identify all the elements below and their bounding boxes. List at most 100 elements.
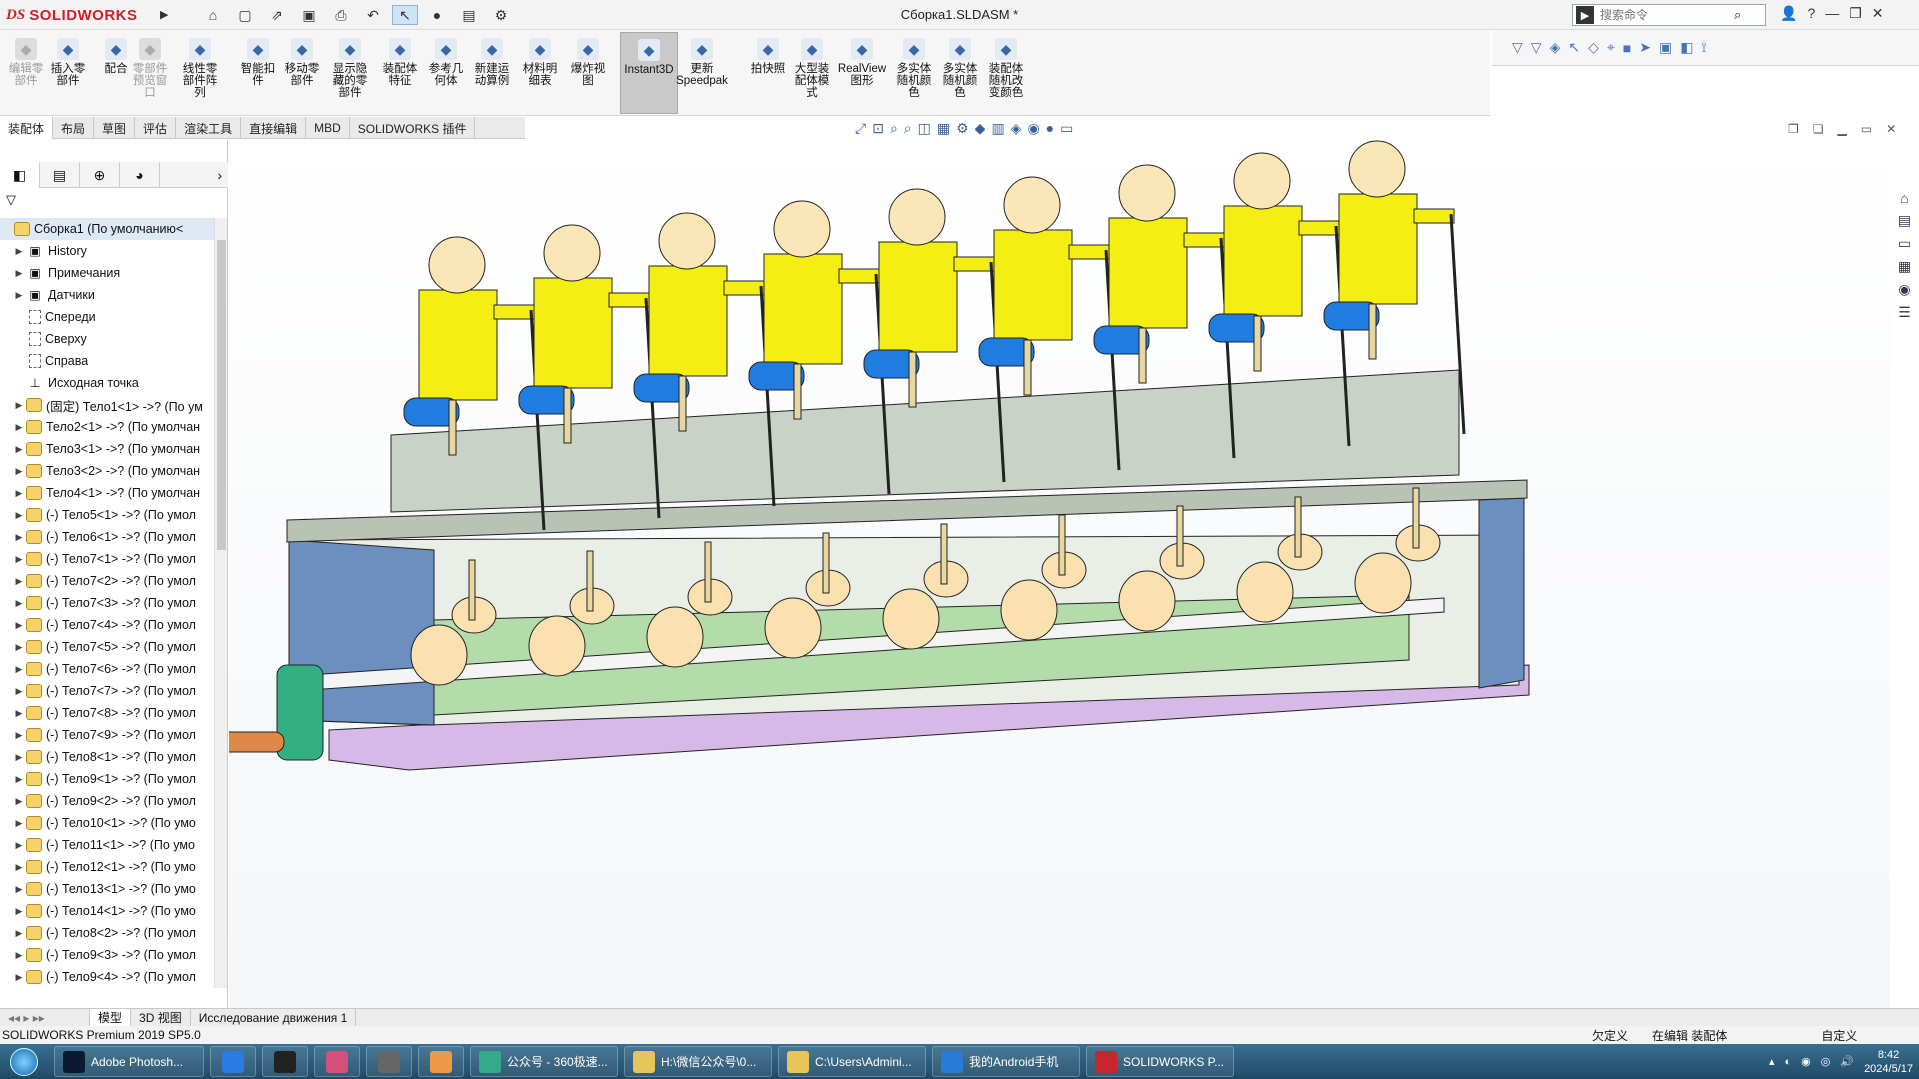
tree-item[interactable]: ▶ (-) Тело9<4> ->? (По умол bbox=[0, 966, 214, 988]
expand-icon[interactable]: ▶ bbox=[12, 730, 26, 741]
ribbon-button-random-color-2[interactable]: ◆ 多实体随机颜色 bbox=[938, 32, 982, 114]
ribbon-button-bom[interactable]: ◆ 材料明细表 bbox=[518, 32, 562, 114]
undo-icon[interactable]: ↶ bbox=[360, 5, 386, 25]
tree-item[interactable]: ▶ (-) Тело14<1> ->? (По умо bbox=[0, 900, 214, 922]
tree-root-assembly[interactable]: Сборка1 (По умолчанию< bbox=[0, 218, 214, 240]
tree-item[interactable]: ▶ (-) Тело10<1> ->? (По умо bbox=[0, 812, 214, 834]
hide-show-icon[interactable]: ▥ bbox=[991, 120, 1004, 137]
tree-filter-icon[interactable]: ▽ bbox=[6, 192, 16, 208]
tree-item[interactable]: ▶ (-) Тело9<2> ->? (По умол bbox=[0, 790, 214, 812]
arrow-icon[interactable]: ➤ bbox=[1639, 39, 1651, 56]
snap-icon[interactable]: ⌖ bbox=[1607, 39, 1615, 56]
ribbon-button-edit-component[interactable]: ◆ 编辑零部件 bbox=[4, 32, 48, 114]
maximize-icon[interactable]: ❐ bbox=[1849, 5, 1862, 22]
expand-icon[interactable]: ▶ bbox=[12, 444, 26, 455]
ribbon-button-assembly-features[interactable]: ◆ 装配体特征 bbox=[378, 32, 422, 114]
tree-item[interactable]: ▶ (-) Тело9<3> ->? (По умол bbox=[0, 944, 214, 966]
taskbar-item[interactable]: 我的Android手机 bbox=[932, 1046, 1080, 1077]
tree-item[interactable]: ▶ Тело2<1> ->? (По умолчан bbox=[0, 416, 214, 438]
custom-properties-icon[interactable]: ☰ bbox=[1898, 304, 1911, 321]
new-document-icon[interactable]: ▢ bbox=[232, 5, 258, 25]
expand-icon[interactable]: ▶ bbox=[12, 422, 26, 433]
graphics-area[interactable] bbox=[208, 140, 1890, 1008]
search-input[interactable] bbox=[1600, 8, 1730, 22]
expand-icon[interactable]: ▶ bbox=[12, 774, 26, 785]
tree-item[interactable]: ▶ (固定) Тело1<1> ->? (По ум bbox=[0, 394, 214, 416]
expand-icon[interactable]: ▶ bbox=[12, 708, 26, 719]
appearances-icon[interactable]: ◉ bbox=[1898, 281, 1910, 298]
taskbar-item[interactable] bbox=[262, 1046, 308, 1077]
tree-item[interactable]: ▶ (-) Тело5<1> ->? (По умол bbox=[0, 504, 214, 526]
tray-security-icon[interactable]: ◉ bbox=[1801, 1055, 1811, 1068]
tree-item[interactable]: ▶ (-) Тело7<5> ->? (По умол bbox=[0, 636, 214, 658]
feature-manager-tab-icon[interactable]: ◧ bbox=[0, 162, 40, 188]
section-view-icon[interactable]: ◫ bbox=[918, 120, 931, 137]
open-icon[interactable]: ⇗ bbox=[264, 5, 290, 25]
ribbon-button-realview[interactable]: ◆ RealView图形 bbox=[838, 32, 886, 114]
expand-icon[interactable]: ▶ bbox=[12, 686, 26, 697]
tree-item[interactable]: Спереди bbox=[0, 306, 214, 328]
search-box[interactable]: ▶ ⌕ bbox=[1572, 4, 1766, 26]
home-icon[interactable]: ⌂ bbox=[200, 5, 226, 25]
scene-icon[interactable]: ◉ bbox=[1027, 120, 1039, 137]
expand-icon[interactable]: ▶ bbox=[12, 840, 26, 851]
filter-faces-icon[interactable]: ▽ bbox=[1531, 39, 1542, 56]
tray-wechat-icon[interactable]: ◎ bbox=[1821, 1055, 1831, 1068]
expand-icon[interactable]: ▶ bbox=[12, 290, 26, 301]
filter-icon[interactable]: ▽ bbox=[1512, 39, 1523, 56]
ribbon-button-assembly-color[interactable]: ◆ 装配体随机改变颜色 bbox=[984, 32, 1028, 114]
expand-icon[interactable]: ▶ bbox=[12, 400, 26, 411]
ribbon-button-large-assembly[interactable]: ◆ 大型装配体模式 bbox=[790, 32, 834, 114]
expand-icon[interactable]: ▶ bbox=[12, 598, 26, 609]
box-icon[interactable]: ▣ bbox=[1659, 39, 1672, 56]
dynamic-annotation-icon[interactable]: ▦ bbox=[937, 120, 950, 137]
view-palette-icon[interactable]: ▦ bbox=[1898, 258, 1911, 275]
ribbon-button-linear-pattern[interactable]: ◆ 线性零部件阵列 bbox=[178, 32, 222, 114]
design-library-icon[interactable]: ▤ bbox=[1898, 212, 1911, 229]
ribbon-button-move-component[interactable]: ◆ 移动零部件 bbox=[280, 32, 324, 114]
tab-1[interactable]: 布局 bbox=[53, 117, 95, 139]
ribbon-button-component-preview[interactable]: ◆ 零部件预览窗口 bbox=[128, 32, 172, 114]
expand-icon[interactable]: ▶ bbox=[12, 862, 26, 873]
tree-item[interactable]: ▶ Тело3<1> ->? (По умолчан bbox=[0, 438, 214, 460]
tray-app-icon[interactable]: ◐ bbox=[1784, 1056, 1791, 1068]
expand-icon[interactable]: ▶ bbox=[12, 752, 26, 763]
minimize-icon[interactable]: — bbox=[1825, 5, 1839, 22]
expand-icon[interactable]: ▶ bbox=[12, 906, 26, 917]
select-arrow-icon[interactable]: ↖ bbox=[1568, 39, 1580, 56]
model-tab-1[interactable]: 3D 视图 bbox=[131, 1009, 191, 1026]
tree-item[interactable]: ▶ Тело3<2> ->? (По умолчан bbox=[0, 460, 214, 482]
realview-icon[interactable]: ● bbox=[1046, 120, 1054, 137]
file-explorer-icon[interactable]: ▭ bbox=[1898, 235, 1911, 252]
file-properties-icon[interactable]: ▤ bbox=[456, 5, 482, 25]
expand-icon[interactable]: ▶ bbox=[12, 554, 26, 565]
model-tab-0[interactable]: 模型 bbox=[90, 1009, 132, 1026]
tab-5[interactable]: 直接编辑 bbox=[241, 117, 307, 139]
model-tab-2[interactable]: Исследование движения 1 bbox=[191, 1009, 357, 1026]
filter-vertex-icon[interactable]: ◇ bbox=[1588, 39, 1599, 56]
tree-item[interactable]: ▶ (-) Тело11<1> ->? (По умо bbox=[0, 834, 214, 856]
search-icon[interactable]: ⌕ bbox=[1734, 7, 1741, 23]
ribbon-button-snapshot[interactable]: ◆ 拍快照 bbox=[746, 32, 790, 114]
tree-item[interactable]: ▶ (-) Тело8<2> ->? (По умол bbox=[0, 922, 214, 944]
tree-item[interactable]: ▶ (-) Тело7<8> ->? (По умол bbox=[0, 702, 214, 724]
user-icon[interactable]: 👤 bbox=[1780, 5, 1797, 22]
tree-item[interactable]: ▶ (-) Тело7<1> ->? (По умол bbox=[0, 548, 214, 570]
taskbar-item[interactable] bbox=[418, 1046, 464, 1077]
ribbon-button-show-hidden[interactable]: ◆ 显示隐藏的零部件 bbox=[328, 32, 372, 114]
filter-bodies-icon[interactable]: ◧ bbox=[1680, 39, 1693, 56]
tree-item[interactable]: ▶ ▣ History bbox=[0, 240, 214, 262]
taskbar-item[interactable]: 公众号 - 360极速... bbox=[470, 1046, 618, 1077]
zoom-area-icon[interactable]: ⊡ bbox=[872, 120, 884, 137]
ribbon-button-smart-fasteners[interactable]: ◆ 智能扣件 bbox=[236, 32, 280, 114]
expand-icon[interactable]: ▶ bbox=[12, 246, 26, 257]
view-orientation-icon[interactable]: ⚙ bbox=[956, 120, 969, 137]
tab-0[interactable]: 装配体 bbox=[0, 117, 54, 139]
tree-item[interactable]: ⊥ Исходная точка bbox=[0, 372, 214, 394]
close-icon[interactable]: ✕ bbox=[1872, 5, 1884, 22]
filter-edges-icon[interactable]: ◈ bbox=[1550, 39, 1561, 56]
taskbar-item[interactable] bbox=[314, 1046, 360, 1077]
tree-item[interactable]: ▶ (-) Тело7<7> ->? (По умол bbox=[0, 680, 214, 702]
tab-3[interactable]: 评估 bbox=[135, 117, 177, 139]
doc-tile-icon[interactable]: ❏ bbox=[1813, 122, 1824, 136]
